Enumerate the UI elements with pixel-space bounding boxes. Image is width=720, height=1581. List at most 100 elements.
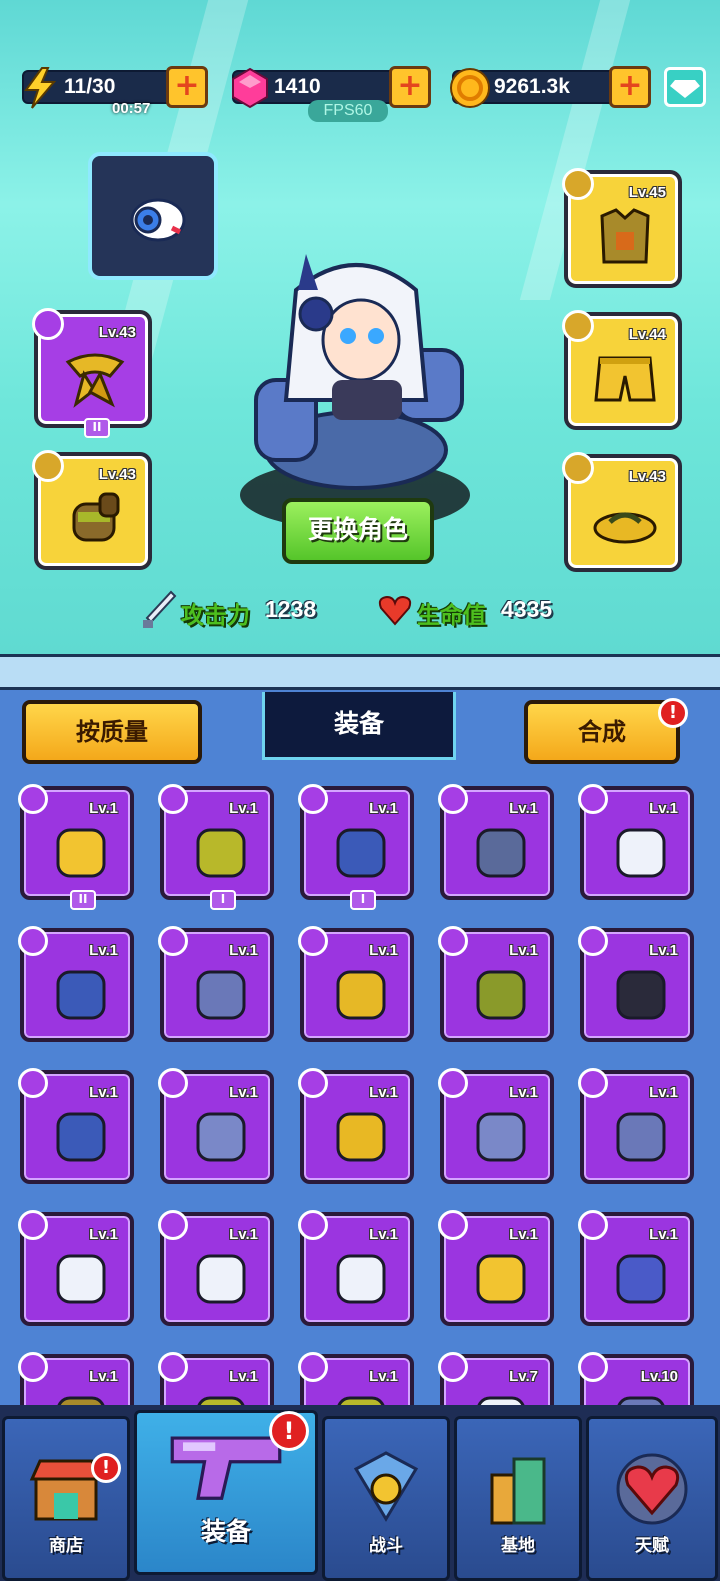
add-energy-button[interactable]: + xyxy=(166,66,208,108)
category-icon xyxy=(18,1210,48,1240)
category-icon xyxy=(158,926,188,956)
diamond-shop-button[interactable] xyxy=(664,67,706,107)
nav-tab-shop[interactable]: ! 商店 xyxy=(2,1416,130,1581)
category-icon xyxy=(158,784,188,814)
inventory-item[interactable]: Lv.1 xyxy=(438,1068,554,1184)
gem-icon xyxy=(232,67,268,109)
item-level: Lv.1 xyxy=(369,1084,398,1101)
equip-slot-armor[interactable]: Lv.45 xyxy=(562,168,682,288)
item-level: Lv.1 xyxy=(649,942,678,959)
inventory-item[interactable]: Lv.1 xyxy=(158,926,274,1042)
coin-bar: 9261.3k xyxy=(450,68,632,108)
inventory-item[interactable]: Lv.1 xyxy=(578,1068,694,1184)
category-icon xyxy=(578,784,608,814)
item-level: Lv.43 xyxy=(628,468,666,485)
category-icon xyxy=(298,1210,328,1240)
inventory-item[interactable]: Lv.1 xyxy=(438,926,554,1042)
sword-icon xyxy=(143,590,177,628)
gem-bar: 1410 xyxy=(232,67,404,109)
nav-tab-base[interactable]: 基地 xyxy=(454,1416,582,1581)
category-icon xyxy=(298,1352,328,1382)
necklace-icon xyxy=(56,1112,106,1162)
diamond-icon xyxy=(670,80,700,98)
item-level: Lv.1 xyxy=(649,1084,678,1101)
category-icon xyxy=(438,1068,468,1098)
rank-tag: I xyxy=(350,890,376,910)
item-level: Lv.1 xyxy=(649,800,678,817)
sandal-icon xyxy=(336,1112,386,1162)
category-icon xyxy=(18,1068,48,1098)
whistle-icon xyxy=(130,198,186,242)
equip-slot-shoes[interactable]: Lv.43 xyxy=(562,452,682,572)
nav-tab-battle[interactable]: 战斗 xyxy=(322,1416,450,1581)
talent-icon xyxy=(616,1453,688,1525)
equip-slot-pants[interactable]: Lv.44 xyxy=(562,310,682,430)
category-icon xyxy=(298,784,328,814)
pet-slot[interactable] xyxy=(88,152,218,280)
sock-icon xyxy=(616,828,666,878)
equip-slot-glove[interactable]: Lv.43 xyxy=(32,450,152,570)
armor-mech-icon xyxy=(616,1112,666,1162)
nav-tab-talent[interactable]: 天赋 xyxy=(586,1416,718,1581)
energy-timer: 00:57 xyxy=(112,100,151,117)
category-icon xyxy=(18,926,48,956)
rank-tag: II xyxy=(84,418,110,438)
sort-by-quality-button[interactable]: 按质量 xyxy=(22,700,202,764)
inventory-item[interactable]: Lv.1 xyxy=(298,926,414,1042)
inventory-item[interactable]: Lv.1 II xyxy=(18,784,134,910)
inventory-item[interactable]: Lv.1 xyxy=(298,1210,414,1326)
character-avatar[interactable] xyxy=(236,250,476,500)
category-icon xyxy=(158,1210,188,1240)
inventory-item[interactable]: Lv.1 xyxy=(18,1210,134,1326)
inventory-item[interactable]: Lv.1 xyxy=(18,1068,134,1184)
boot-mech-icon xyxy=(476,1112,526,1162)
shorts-icon xyxy=(594,356,656,402)
glove-icon xyxy=(72,492,120,542)
category-icon xyxy=(158,1352,188,1382)
battle-icon xyxy=(353,1451,419,1522)
item-level: Lv.1 xyxy=(229,942,258,959)
equip-slot-neck[interactable]: Lv.43 II xyxy=(32,308,152,438)
nav-tab-equipment[interactable]: ! 装备 xyxy=(134,1410,318,1575)
inventory-item[interactable]: Lv.1 xyxy=(438,784,554,900)
inventory-item[interactable]: Lv.1 xyxy=(158,1068,274,1184)
inventory-item[interactable]: Lv.1 xyxy=(438,1210,554,1326)
item-level: Lv.1 xyxy=(89,800,118,817)
scarf-icon xyxy=(65,353,125,408)
shirt-icon xyxy=(476,1254,526,1304)
glove-mech-icon xyxy=(616,1254,666,1304)
inventory-item[interactable]: Lv.1 xyxy=(18,926,134,1042)
category-icon xyxy=(438,1210,468,1240)
inventory-item[interactable]: Lv.1 I xyxy=(158,784,274,910)
inventory-item[interactable]: Lv.1 xyxy=(298,1068,414,1184)
item-level: Lv.44 xyxy=(628,326,666,343)
add-gems-button[interactable]: + xyxy=(389,66,431,108)
inventory-item[interactable]: Lv.1 xyxy=(578,784,694,900)
pants-category-icon xyxy=(562,310,594,342)
nav-label: 装备 xyxy=(200,1517,251,1546)
necklace-icon xyxy=(56,970,106,1020)
pants-icon xyxy=(196,828,246,878)
item-level: Lv.1 xyxy=(509,942,538,959)
inventory-item[interactable]: Lv.1 I xyxy=(298,784,414,910)
add-coins-button[interactable]: + xyxy=(609,66,651,108)
nav-label: 天赋 xyxy=(635,1536,669,1556)
inventory-item[interactable]: Lv.1 xyxy=(578,1210,694,1326)
item-level: Lv.10 xyxy=(640,1368,678,1385)
hp-label: 生命值 xyxy=(417,603,486,629)
category-icon xyxy=(18,784,48,814)
item-level: Lv.1 xyxy=(89,1368,118,1385)
category-icon xyxy=(578,1352,608,1382)
scarf-icon xyxy=(336,970,386,1020)
inventory-item[interactable]: Lv.1 xyxy=(158,1210,274,1326)
combine-button[interactable]: 合成 xyxy=(524,700,680,764)
item-level: Lv.1 xyxy=(89,1226,118,1243)
equipment-title: 装备 xyxy=(262,692,456,760)
item-level: Lv.1 xyxy=(369,1368,398,1385)
item-level: Lv.1 xyxy=(509,1084,538,1101)
inventory-item[interactable]: Lv.1 xyxy=(578,926,694,1042)
item-level: Lv.1 xyxy=(89,1084,118,1101)
item-level: Lv.1 xyxy=(649,1226,678,1243)
item-level: Lv.1 xyxy=(509,1226,538,1243)
change-character-button[interactable]: 更换角色 xyxy=(282,498,434,564)
